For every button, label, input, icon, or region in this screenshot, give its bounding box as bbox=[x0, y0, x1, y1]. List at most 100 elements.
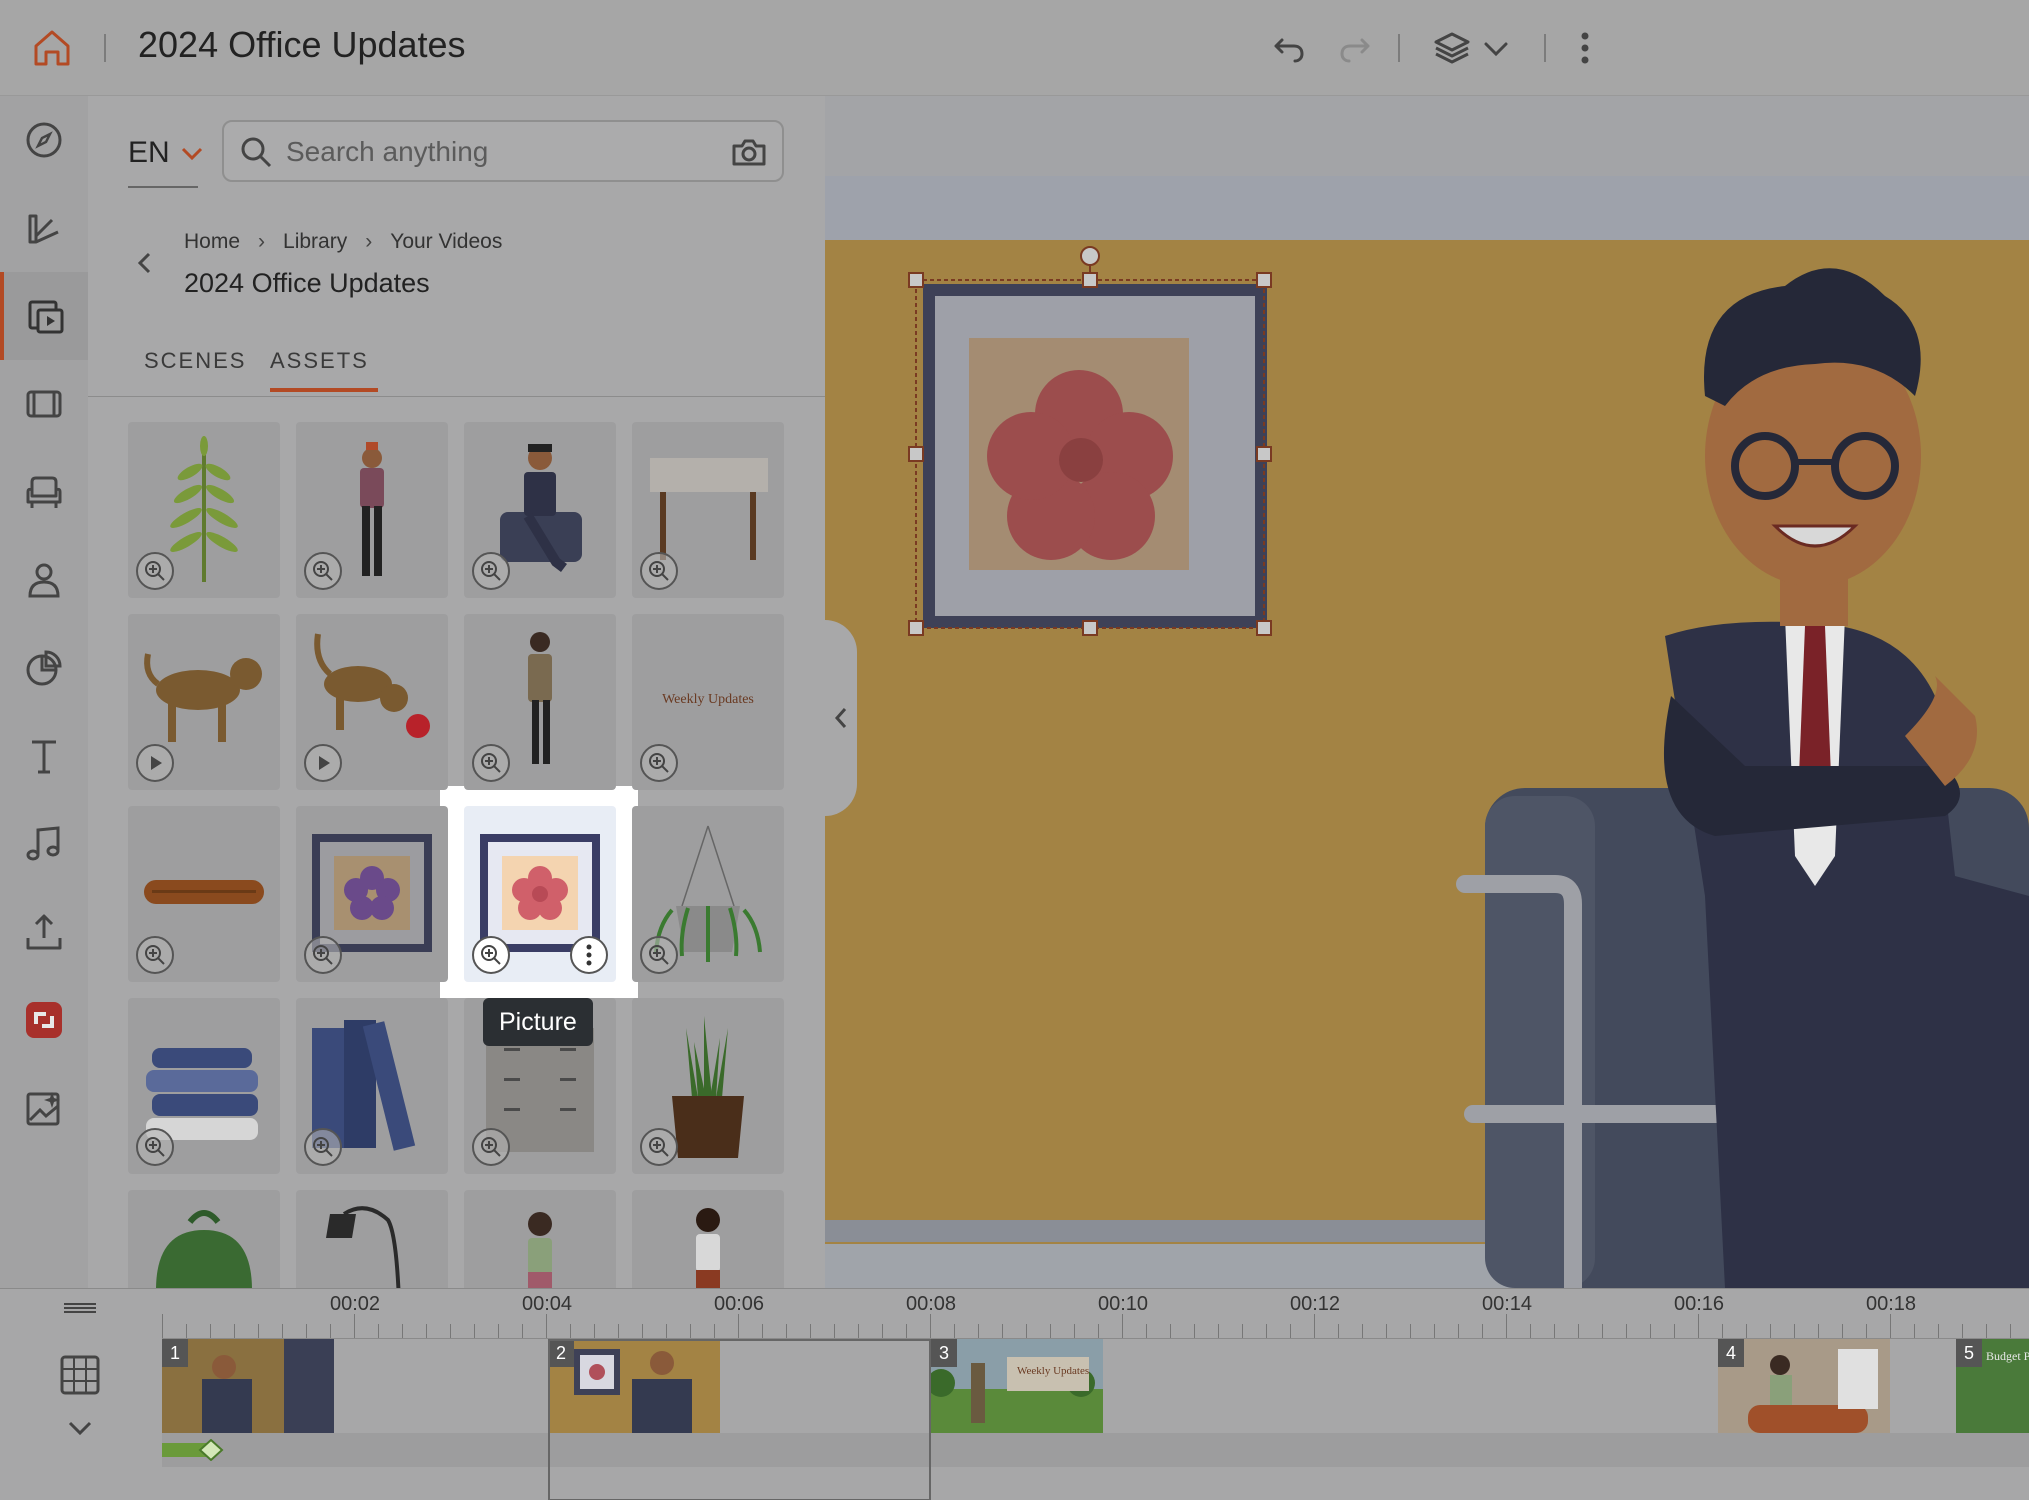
rail-library[interactable] bbox=[0, 272, 88, 360]
zoom-button[interactable] bbox=[472, 552, 510, 590]
more-vertical-icon[interactable] bbox=[1564, 26, 1606, 70]
asset-tile-cat-playing[interactable] bbox=[296, 614, 448, 790]
ruler-tick bbox=[1698, 1314, 1699, 1338]
woman-white-top-illustration bbox=[696, 1208, 720, 1288]
zoom-in-icon bbox=[481, 1137, 501, 1157]
ruler-tick bbox=[1602, 1324, 1603, 1338]
zoom-button[interactable] bbox=[304, 936, 342, 974]
ruler-tick bbox=[714, 1324, 715, 1338]
chevron-down-icon[interactable] bbox=[1476, 26, 1516, 70]
asset-tile-hanging-plant[interactable] bbox=[632, 806, 784, 982]
ruler-tick bbox=[618, 1324, 619, 1338]
tab-assets[interactable]: ASSETS bbox=[270, 348, 369, 374]
storyboard-icon[interactable] bbox=[58, 1353, 102, 1397]
camera-search-icon[interactable] bbox=[730, 134, 768, 170]
zoom-button[interactable] bbox=[472, 744, 510, 782]
rail-brand-app[interactable] bbox=[0, 976, 88, 1064]
rail-styles[interactable] bbox=[0, 184, 88, 272]
zoom-button[interactable] bbox=[136, 936, 174, 974]
asset-tile-girl[interactable] bbox=[464, 1190, 616, 1288]
asset-tile-picture-pink[interactable] bbox=[464, 806, 616, 982]
play-button[interactable] bbox=[136, 744, 174, 782]
breadcrumb-your-videos[interactable]: Your Videos bbox=[390, 230, 502, 254]
scene-thumbnail-3[interactable]: Weekly Updates 3 bbox=[927, 1339, 1103, 1433]
keyframe-diamond-icon[interactable] bbox=[198, 1439, 224, 1461]
home-icon[interactable] bbox=[30, 26, 74, 70]
asset-tile-binders[interactable] bbox=[296, 998, 448, 1174]
asset-options-button[interactable] bbox=[570, 936, 608, 974]
chevron-down-icon[interactable] bbox=[66, 1419, 94, 1437]
search-icon bbox=[241, 137, 272, 168]
redo-icon[interactable] bbox=[1332, 26, 1376, 70]
zoom-button[interactable] bbox=[136, 552, 174, 590]
asset-tile-picture-purple[interactable] bbox=[296, 806, 448, 982]
rail-props[interactable] bbox=[0, 448, 88, 536]
zoom-button[interactable] bbox=[640, 936, 678, 974]
zoom-button[interactable] bbox=[640, 1128, 678, 1166]
armchair-icon bbox=[26, 476, 62, 508]
ruler-tick bbox=[1194, 1324, 1195, 1338]
ruler-tick bbox=[666, 1324, 667, 1338]
ruler-tick bbox=[1026, 1324, 1027, 1338]
zoom-button[interactable] bbox=[640, 744, 678, 782]
ruler-tick bbox=[1650, 1324, 1651, 1338]
collapse-panel-handle[interactable] bbox=[825, 620, 857, 816]
zoom-button[interactable] bbox=[640, 552, 678, 590]
project-title[interactable]: 2024 Office Updates bbox=[138, 24, 466, 66]
breadcrumb-separator: › bbox=[365, 230, 373, 253]
rail-characters[interactable] bbox=[0, 536, 88, 624]
rail-scenes[interactable] bbox=[0, 360, 88, 448]
asset-tile-plant[interactable] bbox=[128, 422, 280, 598]
asset-tile-man-standing[interactable] bbox=[296, 422, 448, 598]
language-selector[interactable]: EN bbox=[128, 136, 204, 170]
search-input[interactable] bbox=[286, 134, 706, 170]
asset-tile-man-armchair[interactable] bbox=[464, 422, 616, 598]
undo-icon[interactable] bbox=[1268, 26, 1312, 70]
asset-tile-woman-white-top[interactable] bbox=[632, 1190, 784, 1288]
back-chevron-icon[interactable] bbox=[130, 248, 160, 278]
chevron-down-icon bbox=[181, 148, 203, 161]
rail-audio[interactable] bbox=[0, 800, 88, 888]
selected-scene-frame bbox=[548, 1339, 931, 1500]
rail-explore[interactable] bbox=[0, 96, 88, 184]
asset-tile-backpack[interactable] bbox=[128, 1190, 280, 1288]
breadcrumb-library[interactable]: Library bbox=[283, 230, 347, 254]
asset-tile-books-stack[interactable] bbox=[128, 998, 280, 1174]
tab-scenes[interactable]: SCENES bbox=[144, 348, 246, 374]
scene-thumbnail-5[interactable]: Budget Plan 5 bbox=[1956, 1339, 2029, 1433]
asset-tile-potted-plant[interactable] bbox=[632, 998, 784, 1174]
film-icon bbox=[26, 390, 62, 418]
ruler-tick bbox=[1746, 1324, 1747, 1338]
zoom-button[interactable] bbox=[136, 1128, 174, 1166]
scene-canvas[interactable] bbox=[825, 96, 2029, 1288]
asset-tile-table[interactable] bbox=[632, 422, 784, 598]
play-button[interactable] bbox=[304, 744, 342, 782]
asset-tile-cat-walking[interactable] bbox=[128, 614, 280, 790]
rail-charts[interactable] bbox=[0, 624, 88, 712]
asset-tile-shelf[interactable] bbox=[128, 806, 280, 982]
zoom-in-icon bbox=[145, 945, 165, 965]
asset-tile-weekly-updates-text[interactable]: Weekly Updates bbox=[632, 614, 784, 790]
time-ruler[interactable]: 00:02 00:04 00:06 00:08 00:10 00:12 00:1… bbox=[162, 1289, 2029, 1339]
top-bar: 2024 Office Updates bbox=[0, 0, 2029, 96]
rail-ai-image[interactable] bbox=[0, 1064, 88, 1152]
asset-tooltip: Picture bbox=[483, 998, 593, 1046]
drag-handle-icon[interactable] bbox=[62, 1301, 98, 1315]
scene-thumbnail-1[interactable]: 1 bbox=[162, 1339, 334, 1433]
asset-tile-woman-standing[interactable] bbox=[464, 614, 616, 790]
ruler-tick bbox=[1890, 1314, 1891, 1338]
asset-tile-floor-lamp[interactable] bbox=[296, 1190, 448, 1288]
ruler-tick bbox=[1866, 1324, 1867, 1338]
zoom-button[interactable] bbox=[304, 552, 342, 590]
zoom-button[interactable] bbox=[472, 936, 510, 974]
layers-icon[interactable] bbox=[1430, 26, 1474, 70]
scene-thumbnail-4[interactable]: 4 bbox=[1718, 1339, 1890, 1433]
breadcrumb-home[interactable]: Home bbox=[184, 230, 240, 254]
scene-number: 5 bbox=[1956, 1339, 1982, 1367]
rail-text[interactable] bbox=[0, 712, 88, 800]
animation-track[interactable] bbox=[162, 1433, 2029, 1467]
zoom-button[interactable] bbox=[304, 1128, 342, 1166]
zoom-button[interactable] bbox=[472, 1128, 510, 1166]
timeline: 00:02 00:04 00:06 00:08 00:10 00:12 00:1… bbox=[0, 1288, 2029, 1500]
rail-upload[interactable] bbox=[0, 888, 88, 976]
